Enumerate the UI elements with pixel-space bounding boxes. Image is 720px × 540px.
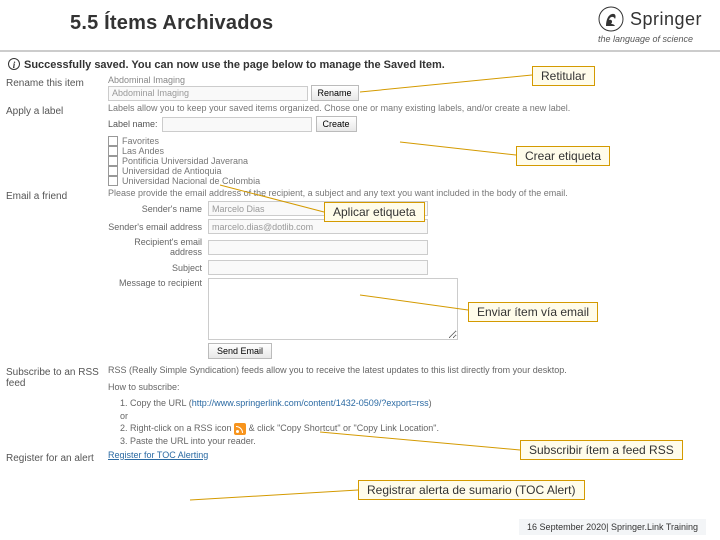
footer-text: 16 September 2020| Springer.Link Trainin… [519, 519, 706, 535]
label-checkbox[interactable] [108, 166, 118, 176]
callout-enviar: Enviar ítem vía email [468, 302, 598, 322]
callout-retitular: Retitular [532, 66, 595, 86]
callout-crear: Crear etiqueta [516, 146, 610, 166]
horse-icon [598, 6, 624, 32]
label-checkbox-text: Pontificia Universidad Javerana [122, 156, 248, 166]
label-checkbox-text: Universidad de Antioquia [122, 166, 222, 176]
label-checkbox-row: Las Andes [108, 146, 714, 156]
label-checkbox[interactable] [108, 176, 118, 186]
label-checkbox-text: Favorites [122, 136, 159, 146]
subject-label: Subject [108, 263, 208, 273]
label-checkbox-row: Universidad de Antioquia [108, 166, 714, 176]
section-email: Email a friend [6, 188, 108, 202]
rss-icon[interactable] [234, 423, 246, 435]
toc-alert-link[interactable]: Register for TOC Alerting [108, 450, 208, 460]
rss-url-link[interactable]: http://www.springerlink.com/content/1432… [192, 398, 429, 408]
label-checkbox[interactable] [108, 146, 118, 156]
message-textarea[interactable] [208, 278, 458, 340]
sender-email-label: Sender's email address [108, 222, 208, 232]
label-checkbox-row: Universidad Nacional de Colombia [108, 176, 714, 186]
message-label: Message to recipient [108, 278, 208, 288]
rss-intro: RSS (Really Simple Syndication) feeds al… [108, 364, 714, 377]
section-rename: Rename this item [6, 75, 108, 89]
label-checkbox[interactable] [108, 156, 118, 166]
info-icon: i [8, 58, 20, 70]
label-checkbox-text: Las Andes [122, 146, 164, 156]
callout-toc: Registrar alerta de sumario (TOC Alert) [358, 480, 585, 500]
label-checkbox-row: Favorites [108, 136, 714, 146]
subject-input[interactable] [208, 260, 428, 275]
callout-aplicar: Aplicar etiqueta [324, 202, 425, 222]
label-name-input[interactable] [162, 117, 312, 132]
brand-name: Springer [630, 9, 702, 30]
section-alert: Register for an alert [6, 450, 108, 464]
recipient-email-label: Recipient's email address [108, 237, 208, 257]
success-banner: iSuccessfully saved. You can now use the… [6, 54, 714, 75]
rename-input[interactable] [108, 86, 308, 101]
section-rss: Subscribe to an RSS feed [6, 364, 108, 389]
label-checkbox-row: Pontificia Universidad Javerana [108, 156, 714, 166]
brand-tagline: the language of science [598, 34, 702, 44]
callout-rss: Subscribir ítem a feed RSS [520, 440, 683, 460]
label-checkbox-text: Universidad Nacional de Colombia [122, 176, 260, 186]
create-button[interactable]: Create [316, 116, 357, 132]
rss-howto: How to subscribe: [108, 381, 714, 394]
email-description: Please provide the email address of the … [108, 188, 714, 198]
section-apply-label: Apply a label [6, 103, 108, 117]
label-checkbox[interactable] [108, 136, 118, 146]
recipient-email-input[interactable] [208, 240, 428, 255]
apply-description: Labels allow you to keep your saved item… [108, 103, 714, 113]
send-email-button[interactable]: Send Email [208, 343, 272, 359]
springer-logo: Springer the language of science [598, 6, 702, 44]
label-name-text: Label name: [108, 119, 158, 129]
sender-name-label: Sender's name [108, 204, 208, 214]
rename-button[interactable]: Rename [311, 85, 359, 101]
